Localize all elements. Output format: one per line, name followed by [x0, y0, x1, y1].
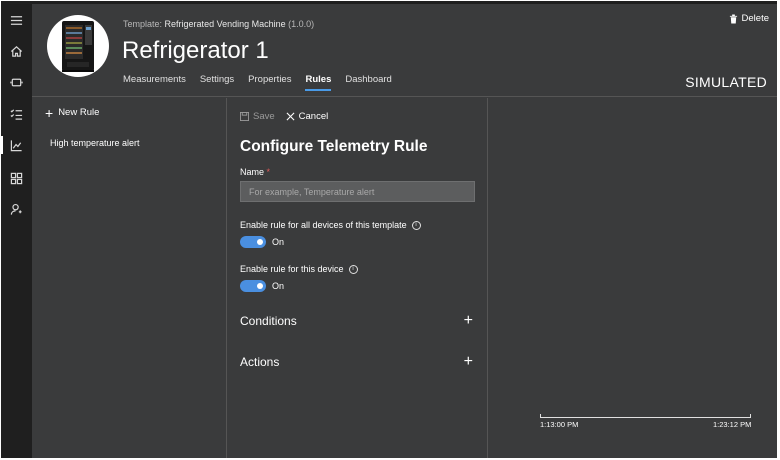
- device-toggle-row: On: [240, 280, 284, 292]
- device-tabs: Measurements Settings Properties Rules D…: [123, 74, 406, 91]
- device-toggle-state: On: [272, 281, 285, 291]
- plus-icon: +: [45, 104, 54, 121]
- actions-section: Actions +: [240, 354, 473, 370]
- user-admin-icon[interactable]: [1, 196, 32, 222]
- hamburger-menu-icon[interactable]: [1, 7, 32, 33]
- trash-icon: [729, 14, 737, 23]
- name-field-label: Name *: [240, 167, 270, 177]
- home-icon[interactable]: [1, 38, 32, 64]
- tab-rules[interactable]: Rules: [305, 74, 332, 91]
- configure-rule-panel: Save Cancel Configure Telemetry Rule Nam…: [228, 98, 488, 458]
- template-prefix: Template:: [123, 19, 163, 29]
- simulated-status: SIMULATED: [685, 74, 767, 90]
- new-rule-label: New Rule: [58, 107, 100, 118]
- telemetry-chart-panel: 1:13:00 PM 1:23:12 PM: [489, 98, 777, 458]
- left-nav-rail: [1, 4, 32, 458]
- template-name[interactable]: Refrigerated Vending Machine: [165, 19, 286, 29]
- template-toggle-row: On: [240, 236, 284, 248]
- conditions-section: Conditions +: [240, 313, 473, 329]
- rules-list-panel: + New Rule High temperature alert: [32, 98, 227, 458]
- close-icon: [286, 112, 295, 121]
- configure-rule-title: Configure Telemetry Rule: [240, 138, 428, 155]
- tab-settings[interactable]: Settings: [200, 74, 234, 91]
- conditions-title: Conditions: [240, 314, 297, 328]
- tab-properties[interactable]: Properties: [248, 74, 291, 91]
- actions-title: Actions: [240, 355, 280, 369]
- device-toggle-label: Enable rule for this device i: [240, 264, 358, 274]
- rule-name-input[interactable]: [240, 181, 475, 202]
- device-enable-toggle[interactable]: [240, 280, 266, 292]
- cancel-button[interactable]: Cancel: [286, 111, 329, 122]
- new-rule-button[interactable]: + New Rule: [45, 104, 100, 121]
- device-title[interactable]: Refrigerator 1: [122, 37, 269, 65]
- tab-dashboard[interactable]: Dashboard: [345, 74, 391, 91]
- delete-label: Delete: [741, 13, 769, 24]
- add-condition-icon[interactable]: +: [464, 313, 473, 329]
- rules-list-icon[interactable]: [1, 101, 32, 127]
- device-image: [47, 15, 109, 77]
- cancel-label: Cancel: [298, 111, 329, 122]
- time-axis-end-label: 1:23:12 PM: [713, 420, 752, 429]
- devices-icon[interactable]: [1, 69, 32, 95]
- template-toggle-label: Enable rule for all devices of this temp…: [240, 220, 421, 230]
- vending-machine-image: [62, 21, 94, 72]
- template-toggle-state: On: [272, 237, 285, 247]
- info-icon[interactable]: i: [411, 220, 421, 230]
- required-marker: *: [266, 167, 271, 177]
- tab-measurements[interactable]: Measurements: [123, 74, 186, 91]
- info-icon[interactable]: i: [348, 264, 358, 274]
- time-axis-start-label: 1:13:00 PM: [540, 420, 579, 429]
- delete-button[interactable]: Delete: [729, 13, 769, 24]
- device-header: Template: Refrigerated Vending Machine (…: [32, 4, 777, 97]
- template-enable-toggle[interactable]: [240, 236, 266, 248]
- add-action-icon[interactable]: +: [464, 354, 473, 370]
- name-label-text: Name: [240, 167, 265, 177]
- template-toggle-label-text: Enable rule for all devices of this temp…: [240, 220, 407, 230]
- rule-toolbar: Save Cancel: [240, 111, 328, 122]
- rule-item-high-temperature-alert[interactable]: High temperature alert: [50, 138, 140, 148]
- dashboard-icon[interactable]: [1, 165, 32, 191]
- template-line: Template: Refrigerated Vending Machine (…: [123, 19, 314, 29]
- save-icon: [240, 112, 249, 121]
- save-label: Save: [253, 111, 275, 122]
- template-version: (1.0.0): [288, 19, 315, 29]
- save-button[interactable]: Save: [240, 111, 275, 122]
- time-axis: [540, 414, 751, 418]
- device-toggle-label-text: Enable rule for this device: [240, 264, 344, 274]
- analytics-icon[interactable]: [1, 132, 32, 158]
- app-window: Template: Refrigerated Vending Machine (…: [1, 1, 777, 458]
